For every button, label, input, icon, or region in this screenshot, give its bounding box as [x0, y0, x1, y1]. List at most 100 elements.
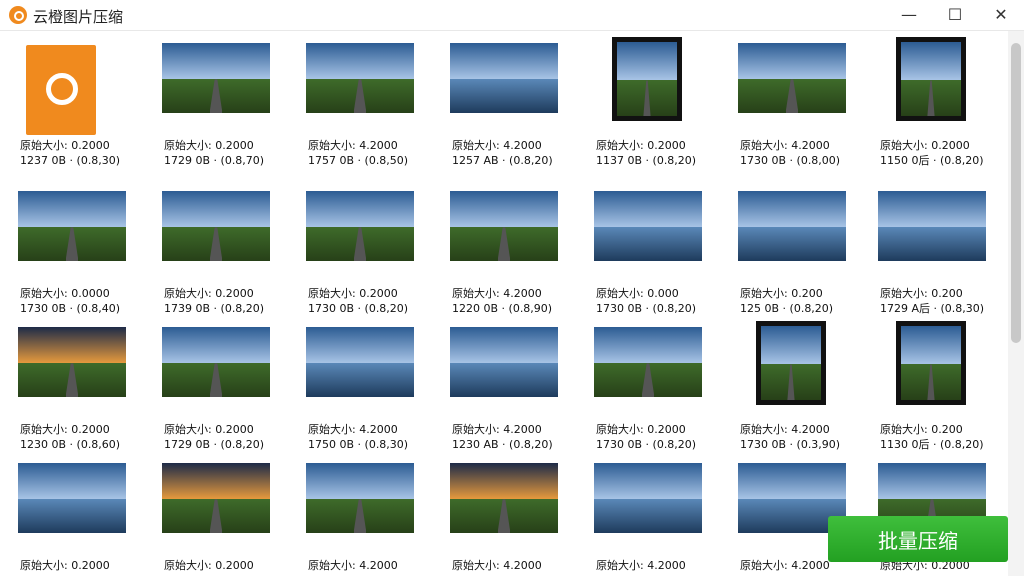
file-info-label: 1739 0B · (0.8,20) [164, 302, 265, 315]
original-size-label: 原始大小: 0.2000 [20, 559, 110, 572]
image-thumbnail[interactable] [878, 191, 986, 261]
image-item[interactable]: 原始大小: 0.000 1730 0B · (0.8,20) [576, 179, 716, 319]
image-item[interactable]: 原始大小: 0.20001730 0B · (0.8,20) [0, 451, 140, 576]
original-size-label: 原始大小: 0.200 [880, 287, 963, 300]
image-thumbnail[interactable] [450, 463, 558, 533]
original-size-label: 原始大小: 4.2000 [308, 423, 398, 436]
image-thumbnail[interactable] [162, 463, 270, 533]
image-thumbnail[interactable] [162, 43, 270, 113]
image-item[interactable]: 原始大小: 0.2000 1137 0B · (0.8,20) [576, 31, 716, 171]
file-info-label: 1730 0B · (0.8,00) [740, 154, 841, 167]
minimize-button[interactable]: — [886, 0, 932, 30]
image-item[interactable]: 原始大小: 0.2000 1237 0B · (0.8,30) [0, 31, 140, 171]
file-info-label: 1237 0B · (0.8,30) [20, 154, 121, 167]
maximize-button[interactable]: ☐ [932, 0, 978, 30]
original-size-label: 原始大小: 0.000 [596, 287, 679, 300]
image-item[interactable]: 原始大小: 0.2000 1729 0B · (0.8,20) [144, 315, 284, 455]
original-size-label: 原始大小: 0.2000 [20, 139, 110, 152]
image-thumbnail[interactable] [306, 43, 414, 113]
original-size-label: 原始大小: 4.2000 [308, 559, 398, 572]
original-size-label: 原始大小: 0.2000 [596, 139, 686, 152]
file-info-label: 1730 0B · (0.8,20) [596, 438, 697, 451]
original-size-label: 原始大小: 4.2000 [452, 287, 542, 300]
image-item[interactable]: 原始大小: 4.2000 1750 0B · (0.8,30) [288, 315, 428, 455]
image-thumbnail[interactable] [896, 37, 966, 121]
image-thumbnail[interactable] [594, 463, 702, 533]
original-size-label: 原始大小: 4.2000 [740, 139, 830, 152]
image-item[interactable]: 原始大小: 0.200 1130 0后 · (0.8,20) [860, 315, 1000, 455]
image-thumbnail[interactable] [162, 191, 270, 261]
original-size-label: 原始大小: 0.200 [740, 287, 823, 300]
file-info-label: 1130 0后 · (0.8,20) [880, 438, 984, 451]
file-info-label: 1757 0B · (0.8,50) [308, 154, 409, 167]
original-size-label: 原始大小: 0.2000 [880, 139, 970, 152]
file-info-label: 1137 0B · (0.8,20) [596, 154, 697, 167]
image-item[interactable]: 原始大小: 0.0000 1730 0B · (0.8,40) [0, 179, 140, 319]
original-size-label: 原始大小: 0.2000 [20, 423, 110, 436]
file-info-label: 1730 0B · (0.3,90) [740, 438, 841, 451]
image-item[interactable]: 原始大小: 4.2000 1730 0B · (0.3,90) [720, 315, 860, 455]
image-item[interactable]: 原始大小: 0.20001730 0B · (0.8,20) [288, 179, 428, 319]
image-thumbnail[interactable] [612, 37, 682, 121]
image-item[interactable]: 原始大小: 4.20001730 0B · (0.8,20) [288, 451, 428, 576]
image-item[interactable]: 原始大小: 0.20001730 0B · (0.8,20) [576, 315, 716, 455]
image-thumbnail[interactable] [18, 463, 126, 533]
image-item[interactable]: 原始大小: 0.200 1729 A后 · (0.8,30) [860, 179, 1000, 319]
image-item[interactable]: 原始大小: 0.20001730 0B · (0.8,20) [144, 451, 284, 576]
image-thumbnail[interactable] [594, 327, 702, 397]
original-size-label: 原始大小: 0.2000 [164, 139, 254, 152]
image-item[interactable]: 原始大小: 4.2000 1230 AB · (0.8,20) [432, 315, 572, 455]
original-size-label: 原始大小: 0.2000 [164, 423, 254, 436]
image-item[interactable]: 原始大小: 4.2000 1730 0B · (0.8,00) [720, 31, 860, 171]
original-size-label: 原始大小: 4.2000 [452, 139, 542, 152]
image-thumbnail[interactable] [896, 321, 966, 405]
document-icon [46, 73, 78, 105]
document-thumbnail[interactable] [26, 45, 96, 135]
file-info-label: 125 0B · (0.8,20) [740, 302, 834, 315]
original-size-label: 原始大小: 0.0000 [20, 287, 110, 300]
file-info-label: 1729 0B · (0.8,70) [164, 154, 265, 167]
image-item[interactable]: 原始大小: 0.200 125 0B · (0.8,20) [720, 179, 860, 319]
close-button[interactable]: ✕ [978, 0, 1024, 30]
file-info-label: 1257 AB · (0.8,20) [452, 154, 553, 167]
app-logo-icon [9, 6, 27, 24]
image-thumbnail[interactable] [450, 327, 558, 397]
file-info-label: 1730 0B · (0.8,40) [20, 302, 121, 315]
image-item[interactable]: 原始大小: 0.2000 1230 0B · (0.8,60) [0, 315, 140, 455]
image-thumbnail[interactable] [18, 327, 126, 397]
scrollbar-thumb[interactable] [1011, 43, 1021, 343]
image-thumbnail[interactable] [18, 191, 126, 261]
image-item[interactable]: 原始大小: 4.2000 1220 0B · (0.8,90) [432, 179, 572, 319]
original-size-label: 原始大小: 4.2000 [596, 559, 686, 572]
image-thumbnail[interactable] [162, 327, 270, 397]
image-thumbnail[interactable] [738, 43, 846, 113]
image-item[interactable]: 原始大小: 0.2000 1739 0B · (0.8,20) [144, 179, 284, 319]
image-thumbnail[interactable] [306, 327, 414, 397]
original-size-label: 原始大小: 4.2000 [452, 559, 542, 572]
file-info-label: 1730 0B · (0.8,20) [308, 302, 409, 315]
title-bar: 云橙图片压缩 — ☐ ✕ [0, 0, 1024, 31]
batch-compress-button[interactable]: 批量压缩 [828, 516, 1008, 562]
image-item[interactable]: 原始大小: 4.20001230 0B · (0.8,20) [432, 451, 572, 576]
image-thumbnail[interactable] [450, 43, 558, 113]
image-thumbnail[interactable] [756, 321, 826, 405]
original-size-label: 原始大小: 4.2000 [740, 423, 830, 436]
vertical-scrollbar[interactable] [1008, 31, 1024, 576]
file-info-label: 1230 0B · (0.8,60) [20, 438, 121, 451]
image-item[interactable]: 原始大小: 4.2000 1757 0B · (0.8,50) [288, 31, 428, 171]
image-thumbnail[interactable] [594, 191, 702, 261]
file-info-label: 1729 A后 · (0.8,30) [880, 302, 985, 315]
file-info-label: 1730 0B · (0.8,20) [596, 302, 697, 315]
image-thumbnail[interactable] [450, 191, 558, 261]
file-info-label: 1729 0B · (0.8,20) [164, 438, 265, 451]
image-thumbnail[interactable] [306, 463, 414, 533]
window-title: 云橙图片压缩 [33, 8, 124, 26]
image-item[interactable]: 原始大小: 4.20001730 0B · (0.8,20) [576, 451, 716, 576]
file-info-label: 1230 AB · (0.8,20) [452, 438, 553, 451]
image-thumbnail[interactable] [738, 191, 846, 261]
image-item[interactable]: 原始大小: 4.2000 1257 AB · (0.8,20) [432, 31, 572, 171]
image-item[interactable]: 原始大小: 0.2000 1729 0B · (0.8,70) [144, 31, 284, 171]
image-thumbnail[interactable] [306, 191, 414, 261]
image-grid: 原始大小: 0.2000 1237 0B · (0.8,30) 原始大小: 0.20… [0, 31, 1008, 576]
image-item[interactable]: 原始大小: 0.2000 1150 0后 · (0.8,20) [860, 31, 1000, 171]
